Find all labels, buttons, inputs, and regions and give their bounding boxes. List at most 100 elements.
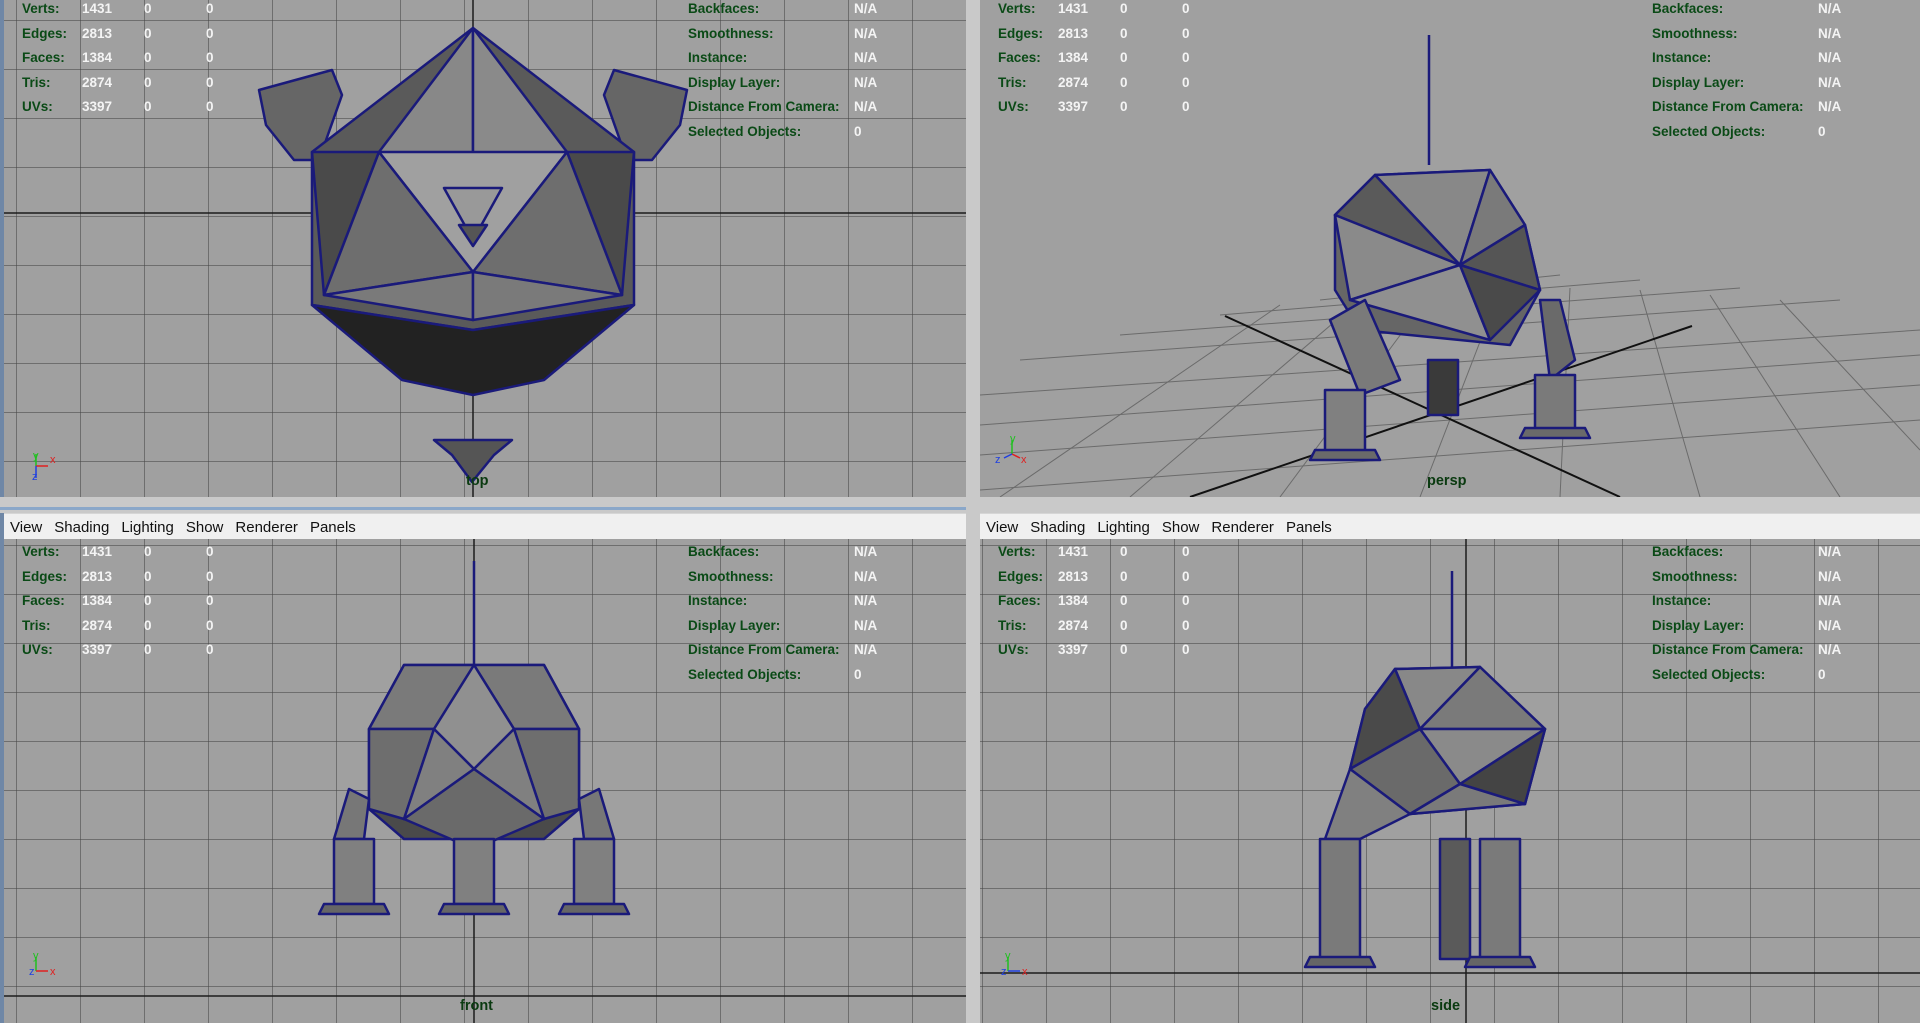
menu-view[interactable]: View [10,519,42,536]
hud-row-smoothness: Smoothness: N/A [688,565,877,590]
hud-row-verts: Verts: 1431 0 0 [998,540,1212,565]
hud-value: N/A [854,568,878,584]
menu-panels[interactable]: Panels [1286,519,1332,536]
hud-row-selected: Selected Objects: 0 [688,120,877,145]
hud-value: 0 [1120,544,1128,559]
hud-value: 0 [144,617,152,633]
camera-label: front [460,998,494,1014]
menu-show[interactable]: Show [186,519,224,536]
viewport-top[interactable]: Verts: 1431 0 0 Edges: 2813 0 0 Faces: 1384 0 0 T… [4,0,966,497]
axis-z-label: z [995,454,1001,466]
hud-value: 0 [1182,642,1190,657]
hud-value: 3397 [1058,99,1089,114]
hud-row-faces: Faces: 1384 0 0 [998,589,1212,614]
hud-value: N/A [854,617,878,633]
hud-label: Distance From Camera: [1652,99,1804,114]
hud-row-edges: Edges: 2813 0 0 [22,22,236,47]
hud-value: N/A [1818,642,1842,657]
hud-row-tris: Tris: 2874 0 0 [998,614,1212,639]
hud-row-distance: Distance From Camera: N/A [688,95,877,120]
hud-value: 0 [144,593,152,608]
hud-label: Distance From Camera: [1652,642,1804,657]
hud-label: Backfaces: [1652,544,1724,559]
menu-renderer[interactable]: Renderer [235,519,298,536]
hud-row-faces: Faces: 1384 0 0 [998,46,1212,71]
hud-value: 0 [144,74,152,90]
viewport-side[interactable]: Verts: 1431 0 0 Edges: 2813 0 0 Faces: 1384 0 0 T… [980,539,1920,1023]
hud-value: 0 [206,642,214,657]
hud-value: N/A [854,544,878,559]
hud-value: 2874 [82,74,113,90]
axis-z-label: z [29,966,35,978]
axis-x-label: x [1022,966,1028,978]
hud-value: 2874 [82,617,113,633]
menu-renderer[interactable]: Renderer [1211,519,1274,536]
hud-row-verts: Verts: 1431 0 0 [998,0,1212,22]
hud-row-tris: Tris: 2874 0 0 [998,71,1212,96]
hud-row-uvs: UVs: 3397 0 0 [998,638,1212,663]
hud-row-backfaces: Backfaces: N/A [688,0,877,22]
hud-label: Display Layer: [1652,74,1745,90]
menu-shading[interactable]: Shading [54,519,109,536]
hud-label: Selected Objects: [1652,666,1766,682]
axis-gizmo-icon: y x z [994,432,1034,472]
hud-label: Faces: [998,50,1041,65]
hud-label: Smoothness: [1652,568,1738,584]
hud-row-distance: Distance From Camera: N/A [688,638,877,663]
hud-value: 0 [1818,123,1826,139]
axis-y-label: y [33,950,39,962]
camera-label: top [466,473,489,489]
hud-label: Display Layer: [688,74,781,90]
hud-value: 0 [206,74,214,90]
hud-value: 0 [1120,25,1128,41]
hud-value: 0 [144,25,152,41]
hud-object-info: Backfaces: N/A Smoothness: N/A Instance: N/… [1652,540,1841,687]
hud-value: 0 [854,666,862,682]
hud-object-info: Backfaces: N/A Smoothness: N/A Instance: N/… [1652,0,1841,144]
hud-value: 2813 [1058,568,1089,584]
hud-value: 0 [144,1,152,16]
hud-object-info: Backfaces: N/A Smoothness: N/A Instance: N/… [688,0,877,144]
menu-show[interactable]: Show [1162,519,1200,536]
hud-label: Display Layer: [1652,617,1745,633]
axis-x-label: x [1021,454,1027,466]
axis-y-label: y [1005,950,1011,962]
hud-value: 0 [206,568,214,584]
hud-value: 0 [1120,74,1128,90]
viewport-persp[interactable]: Verts: 1431 0 0 Edges: 2813 0 0 Faces: 1384 0 0 T… [980,0,1920,497]
hud-value: 0 [1182,568,1190,584]
hud-value: 1384 [1058,593,1089,608]
menu-view[interactable]: View [986,519,1018,536]
hud-value: N/A [854,642,878,657]
hud-row-display-layer: Display Layer: N/A [1652,614,1841,639]
hud-label: Instance: [688,50,748,65]
hud-value: N/A [854,25,878,41]
hud-label: Faces: [22,593,65,608]
hud-value: N/A [1818,99,1842,114]
camera-label: side [1431,998,1461,1014]
hud-poly-stats: Verts: 1431 0 0 Edges: 2813 0 0 Faces: 1384 0 0 T… [998,540,1212,663]
menu-shading[interactable]: Shading [1030,519,1085,536]
hud-value: 1384 [1058,50,1089,65]
hud-label: Verts: [998,1,1036,16]
hud-label: Smoothness: [688,568,774,584]
menu-panels[interactable]: Panels [310,519,356,536]
menu-lighting[interactable]: Lighting [1097,519,1150,536]
hud-row-instance: Instance: N/A [1652,46,1841,71]
hud-value: 0 [1182,74,1190,90]
hud-value: 0 [144,50,152,65]
hud-row-distance: Distance From Camera: N/A [1652,95,1841,120]
hud-value: 0 [1182,544,1190,559]
viewport-divider-horizontal[interactable] [0,497,1920,513]
active-panel-highlight [0,507,966,510]
hud-value: 0 [1182,99,1190,114]
viewport-front[interactable]: Verts: 1431 0 0 Edges: 2813 0 0 Faces: 1384 0 0 T… [4,539,966,1023]
hud-value: 0 [206,544,214,559]
hud-label: UVs: [998,99,1029,114]
menu-lighting[interactable]: Lighting [121,519,174,536]
hud-label: Edges: [998,25,1044,41]
hud-row-instance: Instance: N/A [688,46,877,71]
hud-row-instance: Instance: N/A [1652,589,1841,614]
hud-value: 0 [1182,617,1190,633]
hud-value: N/A [1818,74,1842,90]
